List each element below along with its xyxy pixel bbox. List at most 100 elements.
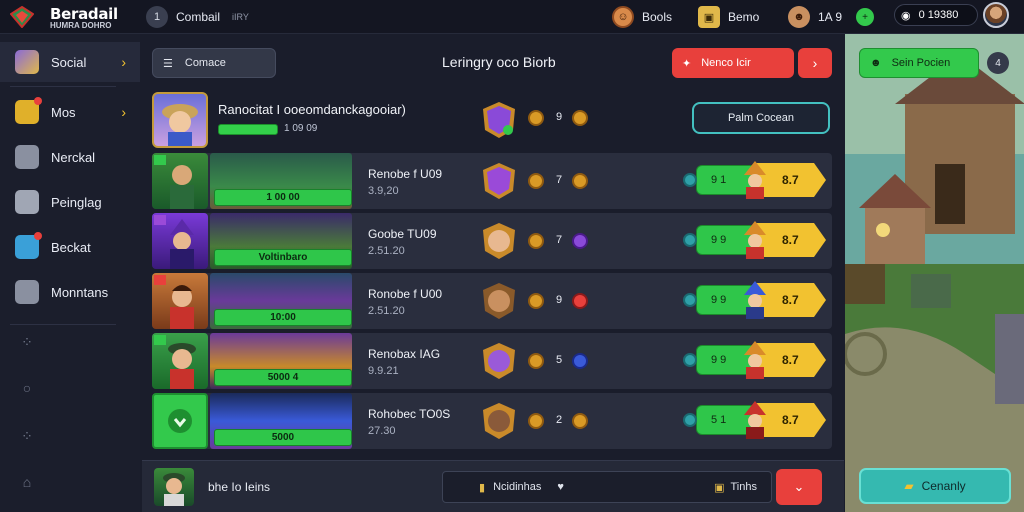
wizard-icon (744, 281, 766, 319)
add-icon[interactable]: + (856, 8, 875, 26)
list-item[interactable]: 5000 4 Renobax IAG 9.9.21 5 9 9 8.7 (152, 333, 832, 389)
village-scene (845, 34, 1024, 512)
sidebar-item-label: Social (51, 54, 87, 70)
character-icon: ☺ (612, 6, 634, 28)
bottom-bar: bhe Io Ieins ▮ Ncidinhas ♥ ▣ Tinhs ⌄ (142, 460, 844, 512)
tools-nav[interactable]: ☺ Bools (612, 0, 672, 34)
card-icon (15, 232, 42, 259)
row-coin-value: 7 (556, 234, 563, 246)
home-icon[interactable]: ⌂ (17, 474, 37, 494)
tools-label: Bools (642, 10, 673, 24)
coin-icon (572, 413, 588, 429)
dots-icon[interactable]: ⁘ (17, 428, 37, 448)
row-coin-value: 7 (556, 174, 563, 186)
cenanly-button[interactable]: ▰ Cenanly (859, 468, 1011, 504)
sidebar-item-label: Peinglag (51, 194, 102, 210)
gem-icon (572, 353, 588, 369)
row-score: 8.7 (782, 353, 799, 367)
level-display: ☻ 1A 9 + (788, 0, 882, 34)
row-name: Rohobec TO0S (368, 407, 451, 421)
scene-progress-bar: 1 00 00 (214, 189, 352, 206)
hero-character-icon (162, 104, 198, 146)
menu-icon: ☰ (163, 57, 173, 70)
level-value: 1A 9 (818, 10, 843, 24)
chat-input[interactable]: ▮ Ncidinhas ♥ ▣ Tinhs (442, 471, 772, 503)
comace-button[interactable]: ☰ Comace (152, 48, 276, 78)
list-item[interactable]: Voltinbaro Goobe TU09 2.51.20 7 9 9 8.7 (152, 213, 832, 269)
sidebar-item-label: Monntans (51, 284, 109, 300)
coin-balance: ◉ 0 19380 (894, 4, 978, 26)
sidebar-item-peinglag[interactable]: Peinglag (0, 182, 140, 222)
gem-icon (572, 233, 588, 249)
hero-portrait (152, 92, 208, 148)
avatar[interactable] (154, 468, 194, 506)
sidebar-item-mos[interactable]: Mos › (0, 92, 140, 132)
sidebar-item-beckat[interactable]: Beckat (0, 227, 140, 267)
gem-icon (683, 233, 697, 247)
circle-icon[interactable]: ○ (17, 380, 37, 400)
reward-value: 5 1 (711, 414, 727, 426)
arrow-down-icon (168, 409, 192, 433)
row-sub: 2.51.20 (368, 245, 405, 257)
gem-icon (683, 293, 697, 307)
list-item[interactable]: 1 00 00 Renobe f U09 3.9,20 7 9 1 8.7 (152, 153, 832, 209)
red-action-button[interactable]: ✦ Nenco Icir (672, 48, 794, 78)
treasure-icon (15, 97, 42, 124)
gift-icon: ✦ (682, 57, 692, 70)
next-button[interactable]: › (798, 48, 832, 78)
wizard-icon (744, 161, 766, 199)
scroll-icon (15, 145, 39, 169)
gem-icon (683, 413, 697, 427)
row-name: Renobe f U09 (368, 167, 443, 181)
sidebar-item-label: Mos (51, 104, 76, 120)
scene-progress-bar: 10:00 (214, 309, 352, 326)
dots-icon[interactable]: ⁘ (17, 334, 37, 354)
pin-icon: ▮ (479, 481, 486, 494)
profile-extra: iIRY (232, 12, 249, 22)
avatar[interactable] (983, 2, 1009, 28)
sidebar-item-nerckal[interactable]: Nerckal (0, 137, 140, 177)
profile-label: Combail (176, 10, 221, 24)
coin-icon (528, 413, 544, 429)
badge-count: 4 (995, 57, 1001, 69)
reward-value: 9 1 (711, 174, 727, 186)
chest-icon: ▰ (904, 479, 914, 493)
profile-nav[interactable]: 1 Combail iIRY (146, 0, 249, 34)
reward-value: 9 9 (711, 234, 727, 246)
palm-cocean-label: Palm Cocean (727, 112, 795, 124)
chevron-right-icon: › (121, 54, 126, 70)
row-score: 8.7 (782, 293, 799, 307)
sidebar-item-monntans[interactable]: Monntans (0, 272, 140, 312)
gem-icon (15, 50, 39, 74)
character-portrait (152, 213, 208, 269)
sein-pocien-label: Sein Pocien (891, 57, 951, 69)
gem-logo-icon (10, 6, 34, 28)
heart-icon[interactable]: ♥ (557, 481, 564, 493)
row-sub: 27.30 (368, 425, 396, 437)
demo-nav[interactable]: ▣ Bemo (698, 0, 759, 34)
shield-badge-icon (483, 163, 515, 199)
sein-pocien-button[interactable]: ☻ Sein Pocien (859, 48, 979, 78)
reward-value: 9 9 (711, 294, 727, 306)
divider (10, 86, 116, 87)
badge-count-button[interactable]: 4 (987, 52, 1009, 74)
comace-label: Comace (184, 57, 226, 69)
game-logo[interactable]: Beradail HUMRA DOHRO (10, 4, 120, 30)
wizard-icon (744, 341, 766, 379)
palm-cocean-button[interactable]: Palm Cocean (692, 102, 830, 134)
hero-title: Ranocitat I ooeomdanckagooiar) (218, 102, 406, 117)
expand-button[interactable]: ⌄ (776, 469, 822, 505)
hero-row[interactable]: Ranocitat I ooeomdanckagooiar) 1 09 09 9… (152, 92, 832, 148)
coin-icon (528, 353, 544, 369)
gift-icon: ▣ (714, 481, 725, 494)
mountain-icon (15, 280, 39, 304)
sidebar-item-social[interactable]: Social › (0, 42, 140, 82)
bottom-text: bhe Io Ieins (208, 480, 271, 494)
row-coin-value: 2 (556, 414, 563, 426)
list-item[interactable]: 5000 Rohobec TO0S 27.30 2 5 1 8.7 (152, 393, 832, 449)
chat-input-label: Ncidinhas (493, 481, 542, 493)
gem-icon (683, 173, 697, 187)
list-item[interactable]: 10:00 Ronobe f U00 2.51.20 9 9 9 8.7 (152, 273, 832, 329)
shield-badge-icon (483, 343, 515, 379)
reward-value: 9 9 (711, 354, 727, 366)
